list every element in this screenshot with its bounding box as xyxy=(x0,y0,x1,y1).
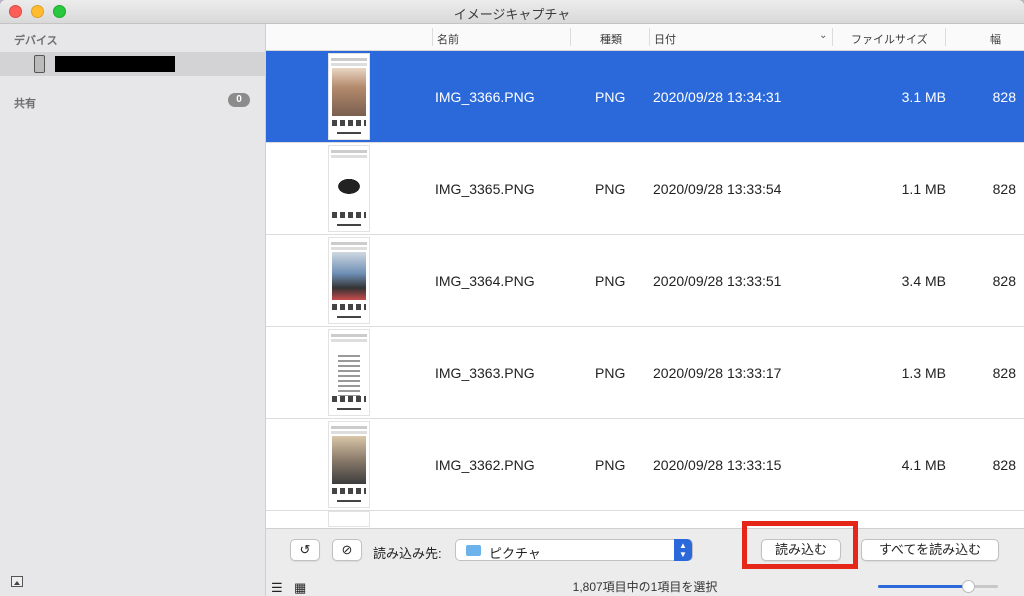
file-name: IMG_3366.PNG xyxy=(435,89,535,105)
file-type: PNG xyxy=(595,273,626,289)
column-separator[interactable] xyxy=(945,28,946,46)
file-size: 1.1 MB xyxy=(901,181,946,197)
image-thumbnail xyxy=(328,511,370,527)
redacted-device-name xyxy=(55,56,175,72)
column-header-file-size[interactable]: ファイルサイズ xyxy=(851,31,928,47)
delete-button[interactable]: ⊘ xyxy=(332,539,362,561)
image-thumbnail xyxy=(328,421,370,508)
file-size: 1.3 MB xyxy=(901,365,946,381)
prohibited-icon: ⊘ xyxy=(341,542,353,557)
file-name: IMG_3365.PNG xyxy=(435,181,535,197)
image-thumbnail xyxy=(328,237,370,324)
image-width: 828 xyxy=(992,181,1016,197)
main-panel: 名前 種類 日付 ⌄ ファイルサイズ 幅 IMG_3366.PNG PNG 20… xyxy=(266,24,1024,596)
file-type: PNG xyxy=(595,181,626,197)
column-header-type[interactable]: 種類 xyxy=(600,31,622,47)
rotate-left-icon: ↺ xyxy=(299,542,311,557)
file-name: IMG_3363.PNG xyxy=(435,365,535,381)
table-row[interactable]: IMG_3365.PNG PNG 2020/09/28 13:33:54 1.1… xyxy=(266,143,1024,235)
file-size: 3.1 MB xyxy=(901,89,946,105)
import-all-button[interactable]: すべてを読み込む xyxy=(861,539,999,561)
sidebar: デバイス 共有 0 xyxy=(0,24,266,596)
column-separator[interactable] xyxy=(649,28,650,46)
column-separator[interactable] xyxy=(832,28,833,46)
sidebar-item-device[interactable] xyxy=(0,52,266,76)
image-width: 828 xyxy=(992,273,1016,289)
table-row[interactable]: IMG_3366.PNG PNG 2020/09/28 13:34:31 3.1… xyxy=(266,51,1024,143)
image-width: 828 xyxy=(992,89,1016,105)
file-date: 2020/09/28 13:33:17 xyxy=(653,365,782,381)
image-width: 828 xyxy=(992,365,1016,381)
iphone-icon xyxy=(34,55,45,73)
slider-knob[interactable] xyxy=(962,580,975,593)
column-separator[interactable] xyxy=(432,28,433,46)
table-row[interactable]: IMG_3364.PNG PNG 2020/09/28 13:33:51 3.4… xyxy=(266,235,1024,327)
table-row[interactable]: IMG_3363.PNG PNG 2020/09/28 13:33:17 1.3… xyxy=(266,327,1024,419)
device-info-icon[interactable] xyxy=(11,576,23,587)
folder-icon xyxy=(466,545,481,556)
file-size: 4.1 MB xyxy=(901,457,946,473)
window-title: イメージキャプチャ xyxy=(453,7,571,22)
file-name: IMG_3364.PNG xyxy=(435,273,535,289)
column-header-name[interactable]: 名前 xyxy=(437,31,459,47)
destination-value: ピクチャ xyxy=(489,546,541,561)
import-controls: ↺ ⊘ 読み込み先: ピクチャ ▲ ▼ 読み込む すべてを読み込む ☰ ▦ 1,8… xyxy=(266,521,1024,596)
table-row[interactable]: IMG_3362.PNG PNG 2020/09/28 13:33:15 4.1… xyxy=(266,419,1024,511)
updown-chevron-icon: ▲ ▼ xyxy=(674,539,692,561)
table-row[interactable] xyxy=(266,511,1024,528)
file-size: 3.4 MB xyxy=(901,273,946,289)
column-separator[interactable] xyxy=(570,28,571,46)
thumbnail-size-slider[interactable] xyxy=(878,580,998,593)
file-type: PNG xyxy=(595,457,626,473)
file-type: PNG xyxy=(595,365,626,381)
file-date: 2020/09/28 13:33:15 xyxy=(653,457,782,473)
column-header-width[interactable]: 幅 xyxy=(990,31,1001,47)
destination-select[interactable]: ピクチャ ▲ ▼ xyxy=(455,539,693,561)
highlight-annotation xyxy=(742,521,858,569)
destination-label: 読み込み先: xyxy=(373,546,442,561)
image-thumbnail xyxy=(328,53,370,140)
title-bar[interactable]: イメージキャプチャ xyxy=(0,0,1024,24)
sort-chevron-down-icon[interactable]: ⌄ xyxy=(819,30,827,41)
file-name: IMG_3362.PNG xyxy=(435,457,535,473)
shared-count-badge: 0 xyxy=(228,93,250,107)
image-thumbnail xyxy=(328,145,370,232)
image-capture-window: イメージキャプチャ デバイス 共有 0 名前 種類 日付 ⌄ ファイルサイズ 幅 xyxy=(0,0,1024,596)
file-date: 2020/09/28 13:33:51 xyxy=(653,273,782,289)
shared-section-label: 共有 xyxy=(14,98,36,110)
rotate-button[interactable]: ↺ xyxy=(290,539,320,561)
devices-section-label: デバイス xyxy=(14,35,58,47)
table-header: 名前 種類 日付 ⌄ ファイルサイズ 幅 xyxy=(266,24,1024,51)
slider-fill xyxy=(878,585,968,588)
image-list[interactable]: IMG_3366.PNG PNG 2020/09/28 13:34:31 3.1… xyxy=(266,51,1024,528)
file-date: 2020/09/28 13:34:31 xyxy=(653,89,782,105)
image-thumbnail xyxy=(328,329,370,416)
image-width: 828 xyxy=(992,457,1016,473)
file-type: PNG xyxy=(595,89,626,105)
file-date: 2020/09/28 13:33:54 xyxy=(653,181,782,197)
column-header-date[interactable]: 日付 xyxy=(654,31,676,47)
